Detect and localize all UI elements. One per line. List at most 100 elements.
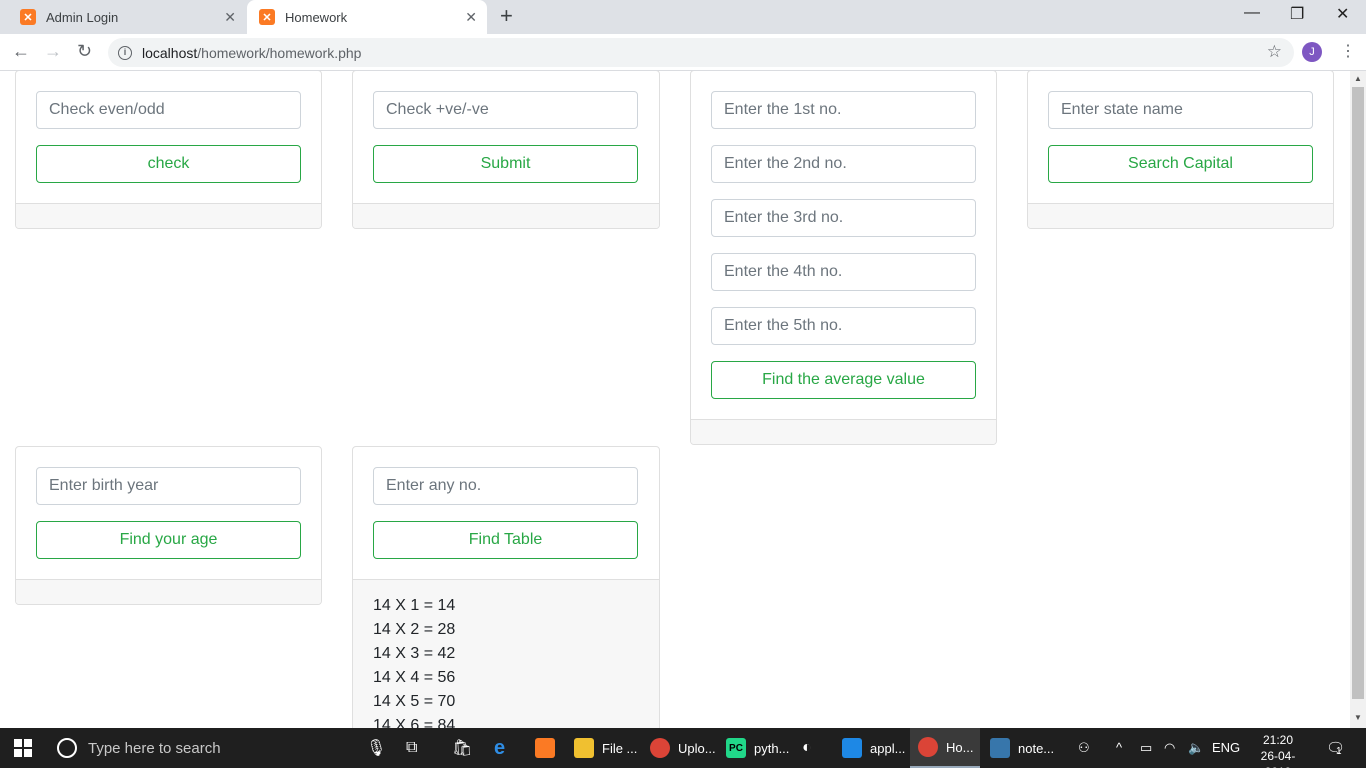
bookmark-star-icon[interactable]: ☆ [1267,42,1282,62]
page-viewport: check Submit Find the average value Sear… [0,71,1350,728]
table-row: 14 X 3 = 42 [373,645,456,662]
table-row: 14 X 5 = 70 [373,693,456,710]
average-card: Find the average value [690,71,997,445]
capital-card: Search Capital [1027,71,1334,229]
number-2-input[interactable] [711,145,976,183]
birth-year-input[interactable] [36,467,301,505]
taskbar-app-appl[interactable]: appl... [834,728,908,768]
task-view-icon[interactable]: ⧉ [406,738,417,758]
taskbar-app-label: Uplo... [678,740,716,756]
scroll-thumb[interactable] [1352,87,1364,699]
menu-icon[interactable]: ⋮ [1340,41,1356,61]
language-indicator[interactable]: ENG [1212,740,1240,755]
age-card: Find your age [15,446,322,605]
table-row: 14 X 2 = 28 [373,621,456,638]
xampp-icon: ✕ [259,9,275,25]
app-icon[interactable]: ◐ [802,738,812,758]
windows-start-icon[interactable] [14,739,32,757]
card-footer [16,579,321,604]
profile-avatar[interactable]: J [1302,42,1322,62]
time: 21:20 [1262,733,1294,747]
folder-icon [574,738,594,758]
close-icon[interactable]: ✕ [224,9,236,26]
search-capital-button[interactable]: Search Capital [1048,145,1313,183]
pos-neg-card: Submit [352,71,660,229]
number-3-input[interactable] [711,199,976,237]
xampp-taskbar-icon[interactable] [535,738,555,758]
number-4-input[interactable] [711,253,976,291]
chrome-icon [650,738,670,758]
url-host: localhost [142,44,198,61]
taskbar-app-chrome-upload[interactable]: Uplo... [642,728,716,768]
reload-icon[interactable]: ↻ [77,41,92,62]
number-5-input[interactable] [711,307,976,345]
info-icon[interactable]: i [118,45,132,60]
chrome-icon [918,737,938,757]
card-footer [1028,203,1333,228]
address-bar[interactable]: i localhost/homework/homework.php ☆ [108,38,1294,67]
taskbar-app-label: note... [1018,740,1055,756]
toolbar: ← → ↻ i localhost/homework/homework.php … [0,34,1366,71]
vertical-scrollbar[interactable]: ▲ ▼ [1350,71,1366,728]
new-tab-button[interactable]: + [500,5,513,27]
submit-button[interactable]: Submit [373,145,638,183]
xampp-icon: ✕ [20,9,36,25]
people-icon[interactable]: ⚇ [1078,740,1090,756]
notification-count: 1 [1336,746,1342,757]
close-icon[interactable]: ✕ [465,9,477,26]
battery-icon[interactable]: ▭ [1140,740,1152,756]
taskbar-app-label: appl... [870,740,906,756]
chevron-up-icon[interactable]: ^ [1116,740,1122,755]
tab-homework[interactable]: ✕ Homework ✕ [247,0,487,34]
number-1-input[interactable] [711,91,976,129]
table-card: Find Table 14 X 1 = 14 14 X 2 = 28 14 X … [352,446,660,728]
restore-icon[interactable]: ❐ [1290,4,1304,24]
any-number-input[interactable] [373,467,638,505]
taskbar-app-file-explorer[interactable]: File ... [566,728,640,768]
find-average-button[interactable]: Find the average value [711,361,976,399]
table-results: 14 X 1 = 14 14 X 2 = 28 14 X 3 = 42 14 X… [353,579,659,728]
window-close-icon[interactable]: ✕ [1336,4,1349,24]
taskbar-app-pycharm[interactable]: PC pyth... [718,728,792,768]
taskbar: Type here to search 🎙 ⧉ 🛍 e File ... Upl… [0,728,1366,768]
minimize-icon[interactable]: — [1244,4,1260,22]
find-table-button[interactable]: Find Table [373,521,638,559]
check-button[interactable]: check [36,145,301,183]
state-name-input[interactable] [1048,91,1313,129]
cortana-icon[interactable] [57,738,77,758]
card-footer [16,203,321,228]
clock[interactable]: 21:20 26-04-2019 [1248,732,1308,768]
taskbar-app-notepad[interactable]: note... [982,728,1056,768]
taskbar-search[interactable]: Type here to search [88,740,221,757]
taskbar-app-label: File ... [602,740,638,756]
edge-icon[interactable]: e [494,737,505,759]
find-age-button[interactable]: Find your age [36,521,301,559]
card-footer [353,203,659,228]
volume-icon[interactable]: 🔈 [1188,740,1204,756]
url-path: /homework/homework.php [197,44,362,61]
table-row: 14 X 1 = 14 [373,597,456,614]
microphone-icon[interactable]: 🎙 [366,738,386,758]
even-odd-card: check [15,71,322,229]
wifi-icon[interactable]: ◠ [1164,740,1175,756]
taskbar-app-label: Ho... [946,739,974,755]
tab-title: Homework [285,9,348,25]
scroll-down-icon[interactable]: ▼ [1354,713,1362,722]
table-row: 14 X 4 = 56 [373,669,456,686]
store-icon[interactable]: 🛍 [452,738,472,758]
tab-admin-login[interactable]: ✕ Admin Login ✕ [8,0,246,34]
table-row: 14 X 6 = 84 [373,717,456,728]
even-odd-input[interactable] [36,91,301,129]
date: 26-04-2019 [1260,749,1296,768]
taskbar-app-chrome-homework[interactable]: Ho... [910,728,980,768]
tab-strip: ✕ Admin Login ✕ ✕ Homework ✕ + — ❐ ✕ [0,0,1366,34]
taskbar-app-label: pyth... [754,740,790,756]
python-icon [990,738,1010,758]
application-icon [842,738,862,758]
pos-neg-input[interactable] [373,91,638,129]
scroll-up-icon[interactable]: ▲ [1354,74,1362,83]
back-icon[interactable]: ← [12,41,30,62]
pycharm-icon: PC [726,738,746,758]
tab-title: Admin Login [46,9,119,25]
forward-icon[interactable]: → [44,41,62,62]
